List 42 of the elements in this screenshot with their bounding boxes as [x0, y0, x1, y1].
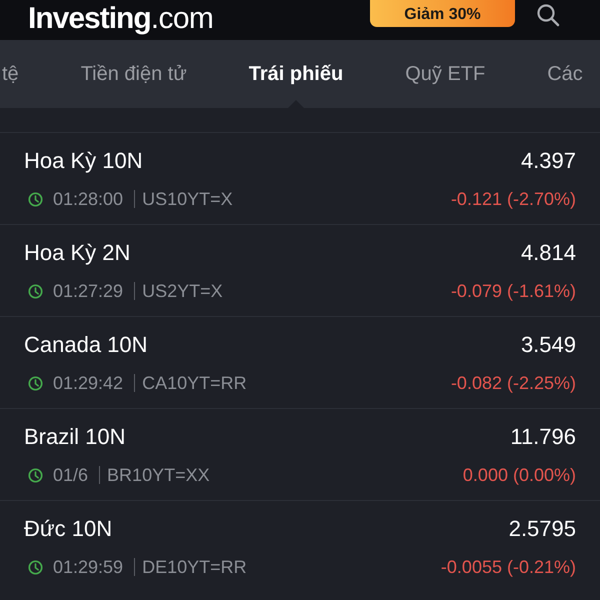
- category-tab[interactable]: Tiền điện tử: [80, 40, 187, 108]
- bond-name: Hoa Kỳ 10N: [24, 148, 144, 174]
- clock-icon: [28, 284, 43, 298]
- category-tab[interactable]: Các: [547, 40, 583, 108]
- bond-name: Brazil 10N: [24, 424, 126, 450]
- bond-price: 3.549: [520, 332, 576, 358]
- category-tab[interactable]: tệ: [2, 40, 19, 108]
- logo: Investing.com: [28, 3, 214, 35]
- clock-icon: [28, 560, 43, 574]
- clock-icon: [28, 192, 43, 206]
- bond-name: Đức 10N: [24, 516, 114, 542]
- bond-row[interactable]: Đức 10N 2.5795 01:29:59 DE10YT=RR -0.0055 (-0.21%): [0, 500, 600, 592]
- clock-icon: [28, 468, 43, 482]
- bond-symbol: US10YT=X: [142, 188, 233, 210]
- price-change: -0.121 (-2.70%): [450, 188, 576, 210]
- bond-name: Canada 10N: [24, 332, 149, 358]
- update-time: 01/6: [53, 464, 88, 486]
- bond-row[interactable]: Brazil 10N 11.796 01/6 BR10YT=XX 0.000 (0.00%): [0, 408, 600, 500]
- bond-symbol: DE10YT=RR: [142, 556, 247, 578]
- search-icon[interactable]: [536, 3, 560, 27]
- bond-price: 4.397: [520, 148, 576, 174]
- bond-symbol: US2YT=X: [142, 280, 223, 302]
- bond-name: Hoa Kỳ 2N: [24, 240, 132, 266]
- bond-price: 2.5795: [508, 516, 576, 542]
- bond-row[interactable]: Hoa Kỳ 2N 4.814 01:27:29 US2YT=X -0.079 (-1.61%): [0, 224, 600, 316]
- update-time: 01:27:29: [53, 280, 124, 302]
- price-change: 0.000 (0.00%): [462, 464, 576, 486]
- clock-icon: [28, 376, 43, 390]
- category-tab[interactable]: Quỹ ETF: [405, 40, 486, 108]
- update-time: 01:28:00: [53, 188, 124, 210]
- bond-symbol: BR10YT=XX: [107, 464, 210, 486]
- price-change: -0.079 (-1.61%): [450, 280, 576, 302]
- discount-button[interactable]: Giảm 30%: [370, 0, 515, 27]
- bond-row[interactable]: Hoa Kỳ 10N 4.397 01:28:00 US10YT=X -0.121 (-2.70%): [0, 132, 600, 224]
- price-change: -0.0055 (-0.21%): [440, 556, 576, 578]
- update-time: 01:29:59: [53, 556, 124, 578]
- bond-row[interactable]: Canada 10N 3.549 01:29:42 CA10YT=RR -0.082 (-2.25%): [0, 316, 600, 408]
- bond-price: 4.814: [520, 240, 576, 266]
- bond-symbol: CA10YT=RR: [142, 372, 247, 394]
- bond-price: 11.796: [509, 424, 576, 450]
- update-time: 01:29:42: [53, 372, 124, 394]
- price-change: -0.082 (-2.25%): [450, 372, 576, 394]
